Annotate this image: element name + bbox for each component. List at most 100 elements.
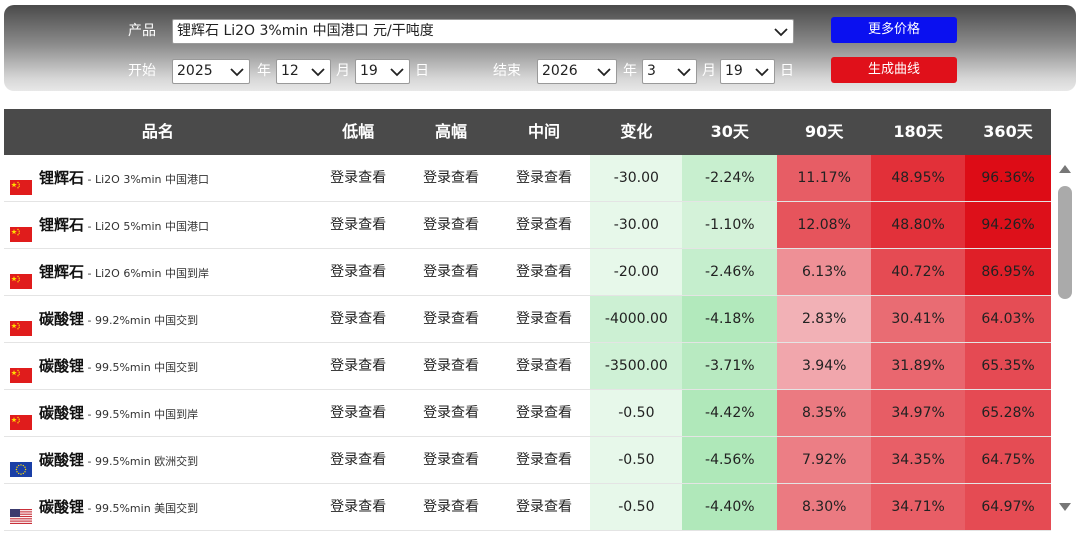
mid-cell[interactable]: 登录查看 bbox=[498, 390, 591, 436]
table-row[interactable]: 锂辉石 - Li2O 3%min 中国港口 登录查看 登录查看 登录查看 -30.00-… bbox=[4, 155, 1051, 202]
change-cell: -3500.00 bbox=[590, 343, 683, 389]
table-body: 锂辉石 - Li2O 3%min 中国港口 登录查看 登录查看 登录查看 -30.00-… bbox=[4, 155, 1051, 531]
china-flag-icon bbox=[10, 309, 32, 336]
change-30d-cell: -2.24% bbox=[682, 155, 778, 201]
change-cell: -30.00 bbox=[590, 155, 683, 201]
china-flag-icon bbox=[10, 215, 32, 242]
scroll-down-arrow-icon[interactable] bbox=[1058, 502, 1072, 512]
low-cell[interactable]: 登录查看 bbox=[312, 343, 405, 389]
header-180d: 180天 bbox=[893, 122, 943, 141]
table-row[interactable]: 碳酸锂 - 99.5%min 中国到岸 登录查看 登录查看 登录查看 -0.50 -4.4… bbox=[4, 390, 1051, 437]
chevron-down-icon bbox=[597, 68, 611, 77]
high-cell[interactable]: 登录查看 bbox=[405, 296, 498, 342]
mid-cell[interactable]: 登录查看 bbox=[498, 437, 591, 483]
start-label: 开始 bbox=[128, 63, 156, 79]
change-90d-cell: 12.08% bbox=[777, 202, 872, 248]
end-month-unit: 月 bbox=[702, 63, 716, 79]
product-name: 锂辉石 bbox=[39, 216, 85, 234]
product-name-cell[interactable]: 锂辉石 - Li2O 6%min 中国到岸 bbox=[4, 249, 312, 295]
product-name: 碳酸锂 bbox=[39, 451, 85, 469]
table-row[interactable]: 锂辉石 - Li2O 6%min 中国到岸 登录查看 登录查看 登录查看 -20.00-… bbox=[4, 249, 1051, 296]
table-row[interactable]: 碳酸锂 - 99.5%min 欧洲交到 登录查看 登录查看 登录查看 -0.50 -4.5… bbox=[4, 437, 1051, 484]
start-month-value: 12 bbox=[281, 63, 299, 79]
low-cell[interactable]: 登录查看 bbox=[312, 155, 405, 201]
high-cell[interactable]: 登录查看 bbox=[405, 390, 498, 436]
high-cell[interactable]: 登录查看 bbox=[405, 343, 498, 389]
change-cell: -4000.00 bbox=[590, 296, 683, 342]
low-cell[interactable]: 登录查看 bbox=[312, 390, 405, 436]
more-prices-button[interactable]: 更多价格 bbox=[831, 17, 957, 43]
change-cell: -20.00 bbox=[590, 249, 683, 295]
china-flag-icon bbox=[10, 168, 32, 195]
high-cell[interactable]: 登录查看 bbox=[405, 437, 498, 483]
product-select[interactable]: 锂辉石 Li2O 3%min 中国港口 元/干吨度 bbox=[172, 19, 794, 44]
header-mid: 中间 bbox=[527, 122, 560, 141]
low-cell[interactable]: 登录查看 bbox=[312, 249, 405, 295]
high-cell[interactable]: 登录查看 bbox=[405, 202, 498, 248]
change-30d-cell: -4.42% bbox=[682, 390, 778, 436]
product-name-cell[interactable]: 碳酸锂 - 99.5%min 中国到岸 bbox=[4, 390, 312, 436]
change-90d-cell: 3.94% bbox=[777, 343, 872, 389]
mid-cell[interactable]: 登录查看 bbox=[498, 155, 591, 201]
mid-cell[interactable]: 登录查看 bbox=[498, 343, 591, 389]
high-cell[interactable]: 登录查看 bbox=[405, 484, 498, 530]
end-year-select[interactable]: 2026 bbox=[537, 59, 617, 84]
low-cell[interactable]: 登录查看 bbox=[312, 202, 405, 248]
product-name-cell[interactable]: 碳酸锂 - 99.2%min 中国交到 bbox=[4, 296, 312, 342]
product-name-cell[interactable]: 碳酸锂 - 99.5%min 欧洲交到 bbox=[4, 437, 312, 483]
start-day-unit: 日 bbox=[415, 63, 429, 79]
change-360d-cell: 65.35% bbox=[965, 343, 1051, 389]
low-cell[interactable]: 登录查看 bbox=[312, 437, 405, 483]
change-360d-cell: 86.95% bbox=[965, 249, 1051, 295]
change-360d-cell: 96.36% bbox=[965, 155, 1051, 201]
start-day-value: 19 bbox=[360, 63, 378, 79]
change-cell: -0.50 bbox=[590, 437, 683, 483]
table-header: 品名 低幅 高幅 中间 变化 30天 90天 180天 360天 bbox=[4, 109, 1051, 155]
product-name-cell[interactable]: 锂辉石 - Li2O 3%min 中国港口 bbox=[4, 155, 312, 201]
table-row[interactable]: 锂辉石 - Li2O 5%min 中国港口 登录查看 登录查看 登录查看 -30.00-… bbox=[4, 202, 1051, 249]
start-month-unit: 月 bbox=[336, 63, 350, 79]
start-year-select[interactable]: 2025 bbox=[172, 59, 250, 84]
start-year-value: 2025 bbox=[177, 63, 213, 79]
mid-cell[interactable]: 登录查看 bbox=[498, 484, 591, 530]
product-name: 碳酸锂 bbox=[39, 404, 85, 422]
product-name-cell[interactable]: 锂辉石 - Li2O 5%min 中国港口 bbox=[4, 202, 312, 248]
change-90d-cell: 8.30% bbox=[777, 484, 872, 530]
scrollbar-thumb[interactable] bbox=[1058, 186, 1072, 299]
eu-flag-icon bbox=[10, 450, 32, 477]
end-month-select[interactable]: 3 bbox=[642, 59, 697, 84]
table-row[interactable]: 碳酸锂 - 99.5%min 美国交到 登录查看 登录查看 登录查看 -0.50 -4.4… bbox=[4, 484, 1051, 531]
mid-cell[interactable]: 登录查看 bbox=[498, 296, 591, 342]
high-cell[interactable]: 登录查看 bbox=[405, 249, 498, 295]
table-scrollbar[interactable] bbox=[1054, 156, 1076, 520]
product-name-cell[interactable]: 碳酸锂 - 99.5%min 美国交到 bbox=[4, 484, 312, 530]
change-180d-cell: 40.72% bbox=[871, 249, 966, 295]
high-cell[interactable]: 登录查看 bbox=[405, 155, 498, 201]
change-360d-cell: 94.26% bbox=[965, 202, 1051, 248]
chevron-down-icon bbox=[390, 68, 404, 77]
start-day-select[interactable]: 19 bbox=[355, 59, 410, 84]
end-day-select[interactable]: 19 bbox=[720, 59, 775, 84]
low-cell[interactable]: 登录查看 bbox=[312, 484, 405, 530]
mid-cell[interactable]: 登录查看 bbox=[498, 202, 591, 248]
start-month-select[interactable]: 12 bbox=[276, 59, 331, 84]
table-row[interactable]: 碳酸锂 - 99.2%min 中国交到 登录查看 登录查看 登录查看 -4000.00-… bbox=[4, 296, 1051, 343]
header-low: 低幅 bbox=[342, 122, 375, 141]
product-spec: - Li2O 6%min 中国到岸 bbox=[84, 267, 210, 280]
header-90d: 90天 bbox=[805, 122, 844, 141]
chevron-down-icon bbox=[755, 68, 769, 77]
change-90d-cell: 2.83% bbox=[777, 296, 872, 342]
end-year-unit: 年 bbox=[623, 63, 637, 79]
header-change: 变化 bbox=[620, 122, 653, 141]
product-name: 碳酸锂 bbox=[39, 498, 85, 516]
mid-cell[interactable]: 登录查看 bbox=[498, 249, 591, 295]
low-cell[interactable]: 登录查看 bbox=[312, 296, 405, 342]
product-spec: - 99.5%min 欧洲交到 bbox=[84, 455, 199, 468]
change-30d-cell: -1.10% bbox=[682, 202, 778, 248]
scroll-up-arrow-icon[interactable] bbox=[1058, 164, 1072, 174]
generate-curve-button[interactable]: 生成曲线 bbox=[831, 57, 957, 83]
product-name-cell[interactable]: 碳酸锂 - 99.5%min 中国交到 bbox=[4, 343, 312, 389]
product-spec: - 99.5%min 美国交到 bbox=[84, 502, 199, 515]
table-row[interactable]: 碳酸锂 - 99.5%min 中国交到 登录查看 登录查看 登录查看 -3500.00-… bbox=[4, 343, 1051, 390]
change-180d-cell: 48.80% bbox=[871, 202, 966, 248]
